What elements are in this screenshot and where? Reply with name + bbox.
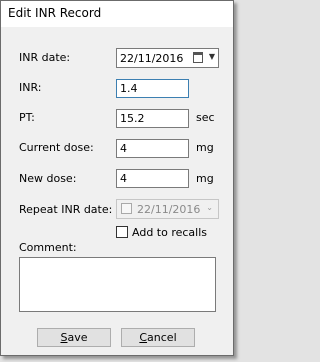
title-bar[interactable]: Edit INR Record xyxy=(1,1,233,27)
new-dose-label: New dose: xyxy=(19,172,77,185)
cancel-mnemonic: C xyxy=(139,331,148,344)
pt-label: PT: xyxy=(19,111,35,124)
save-label-rest: ave xyxy=(67,331,88,344)
comment-textarea[interactable] xyxy=(19,257,216,312)
inr-input[interactable]: 1.4 xyxy=(116,79,189,98)
inr-date-picker[interactable]: 22/11/2016 ▼ xyxy=(116,48,219,68)
dialog-title: Edit INR Record xyxy=(8,6,102,20)
cancel-label-rest: ancel xyxy=(147,331,177,344)
cancel-button[interactable]: Cancel xyxy=(121,328,195,347)
pt-input[interactable]: 15.2 xyxy=(116,109,189,128)
inr-date-label: INR date: xyxy=(19,51,71,64)
chevron-down-icon[interactable]: ⌄ xyxy=(206,203,213,212)
pt-unit: sec xyxy=(196,111,215,124)
current-dose-unit: mg xyxy=(196,141,214,154)
repeat-inr-date-value: 22/11/2016 xyxy=(137,203,201,216)
edit-inr-record-dialog: Edit INR Record INR date: 22/11/2016 ▼ I… xyxy=(0,0,234,356)
add-to-recalls-checkbox[interactable] xyxy=(116,226,128,238)
current-dose-input[interactable]: 4 xyxy=(116,139,189,158)
repeat-inr-date-label: Repeat INR date: xyxy=(19,203,113,216)
save-button[interactable]: Save xyxy=(37,328,111,347)
add-to-recalls-label[interactable]: Add to recalls xyxy=(132,226,207,239)
current-dose-label: Current dose: xyxy=(19,141,94,154)
inr-label: INR: xyxy=(19,81,42,94)
inr-date-value: 22/11/2016 xyxy=(120,52,184,65)
calendar-icon[interactable] xyxy=(193,52,203,63)
new-dose-input[interactable]: 4 xyxy=(116,169,189,188)
comment-label: Comment: xyxy=(19,241,77,254)
repeat-date-enable-checkbox[interactable] xyxy=(121,203,132,214)
new-dose-unit: mg xyxy=(196,172,214,185)
chevron-down-icon[interactable]: ▼ xyxy=(209,52,215,61)
repeat-inr-date-picker[interactable]: 22/11/2016 ⌄ xyxy=(116,199,219,219)
